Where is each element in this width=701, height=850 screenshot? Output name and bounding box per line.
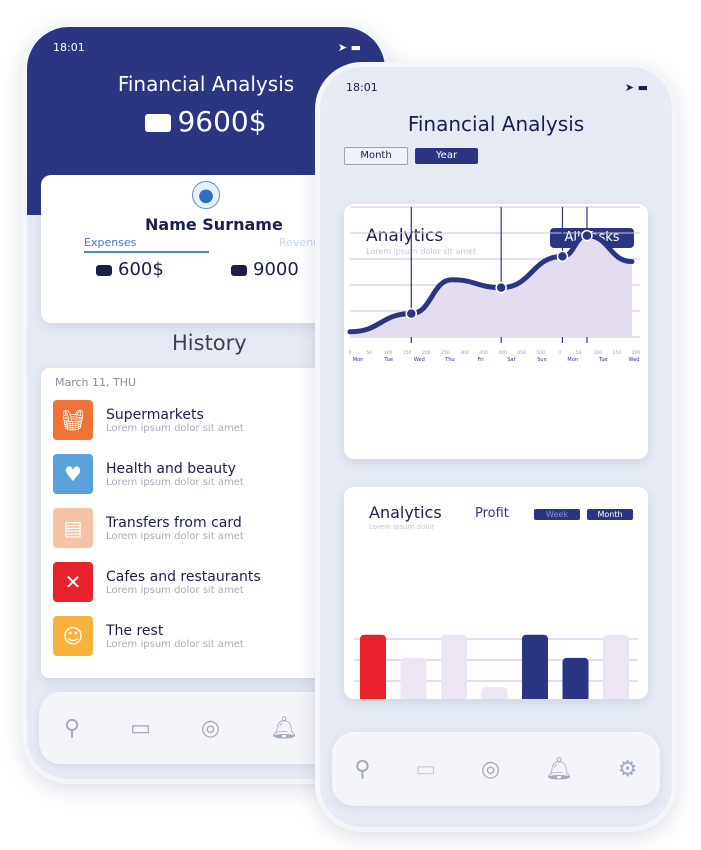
item-subtitle: Lorem ipsum dolor sit amet (106, 422, 244, 434)
tick-label: 500 (536, 350, 545, 356)
category-label: Mon (567, 357, 578, 363)
profile-name: Name Surname (145, 215, 283, 234)
tick-label: 200 (422, 350, 431, 356)
profile-icon[interactable]: ⚲ (354, 757, 370, 782)
coins-icon (231, 264, 247, 276)
gear-icon[interactable]: ⚙ (618, 757, 638, 782)
item-name: Cafes and restaurants (106, 568, 261, 585)
balance-value: 9600$ (177, 105, 267, 138)
revenue-value: 9000 (253, 259, 299, 280)
tick-label: 150 (613, 350, 622, 356)
category-label: Sun (537, 357, 547, 363)
contactless-pay-icon[interactable]: ◎ (201, 716, 220, 741)
category-label: Mon (353, 357, 364, 363)
tick-label: 300 (460, 350, 469, 356)
tick-label: 50 (366, 350, 372, 356)
heart-pulse-icon: ♥ (53, 454, 93, 494)
bottom-nav: ⚲ ▭ ◎ 🔔︎ ⚙ (332, 732, 660, 806)
tick-label: 350 (479, 350, 488, 356)
bell-icon[interactable]: 🔔︎ (545, 757, 573, 782)
avatar[interactable]: ● (192, 181, 220, 209)
expenses-value: 600$ (118, 259, 164, 280)
analytics-line-card: Analytics Lorem ipsum dolor sit amet All… (344, 204, 648, 459)
month-button[interactable]: Month (344, 147, 408, 165)
coins-icon (145, 114, 172, 132)
item-name: Supermarkets (106, 406, 204, 423)
category-label: Tue (383, 357, 393, 363)
data-point (405, 307, 418, 320)
status-bar: 18:01 ➤ ▬ (346, 81, 648, 94)
basket-icon: 🧺︎ (53, 400, 93, 440)
item-subtitle: Lorem ipsum dolor sit amet (106, 638, 244, 650)
tick-label: 0 (349, 350, 352, 356)
contactless-pay-icon[interactable]: ◎ (481, 757, 500, 782)
item-subtitle: Lorem ipsum dolor sit amet (106, 530, 244, 542)
bar (360, 634, 386, 699)
year-button[interactable]: Year (415, 148, 478, 164)
person-icon: ☺ (53, 616, 93, 656)
category-label: Wed (629, 357, 640, 363)
status-bar: 18:01 ➤ ▬ (53, 41, 361, 54)
tick-label: 100 (594, 350, 603, 356)
item-name: The rest (106, 622, 164, 639)
coins-icon (96, 264, 112, 276)
tick-label: 250 (441, 350, 450, 356)
tick-label: 50 (576, 350, 582, 356)
revenue-amount: 9000 (231, 259, 299, 280)
tab-expenses[interactable]: Expenses (84, 236, 209, 253)
tick-label: 100 (384, 350, 393, 356)
category-label: Sat (507, 357, 515, 363)
status-time: 18:01 (53, 41, 85, 54)
history-title: History (172, 331, 247, 355)
data-point (581, 229, 593, 242)
category-label: Fri (478, 357, 484, 363)
card-icon[interactable]: ▭ (415, 757, 436, 782)
fork-knife-icon: ✕ (53, 562, 93, 602)
card-icon[interactable]: ▭ (130, 716, 151, 741)
bar-chart: ThuFriSatSunMonTueWed2503003504004505000… (354, 634, 638, 699)
bar (562, 657, 589, 699)
category-label: Tue (598, 357, 608, 363)
line-chart: 0 50 100 150 200 250 300 350 400 450 500 0 50 100 150 2… (347, 206, 641, 363)
bar (481, 687, 508, 699)
tick-label: 400 (498, 350, 507, 356)
tick-label: 150 (403, 350, 412, 356)
analytics-bar-card: Analytics Lorem ipsum dolor Profit Week … (344, 487, 648, 699)
data-point (495, 281, 507, 294)
profile-icon[interactable]: ⚲ (64, 716, 80, 741)
data-point (556, 250, 569, 263)
item-name: Health and beauty (106, 460, 236, 477)
expenses-amount: 600$ (96, 259, 164, 280)
tick-label: 200 (632, 350, 641, 356)
item-subtitle: Lorem ipsum dolor sit amet (106, 476, 244, 488)
tick-label: 0 (558, 350, 561, 356)
page-title: Financial Analysis (407, 112, 585, 136)
item-name: Transfers from card (106, 514, 242, 531)
bell-icon[interactable]: 🔔︎ (270, 716, 298, 741)
bar (441, 634, 467, 699)
right-phone: 18:01 ➤ ▬ Financial Analysis Month Year A… (320, 67, 672, 827)
category-label: Wed (414, 357, 425, 363)
battery-icon: ➤ ▬ (337, 41, 361, 54)
tick-label: 450 (517, 350, 526, 356)
status-time: 18:01 (346, 81, 378, 94)
card-icon: ▤ (53, 508, 93, 548)
item-subtitle: Lorem ipsum dolor sit amet (106, 584, 244, 596)
bar (603, 634, 629, 699)
battery-icon: ➤ ▬ (624, 81, 648, 94)
bar (522, 634, 548, 699)
category-label: Thu (444, 357, 454, 363)
bar (400, 657, 427, 699)
